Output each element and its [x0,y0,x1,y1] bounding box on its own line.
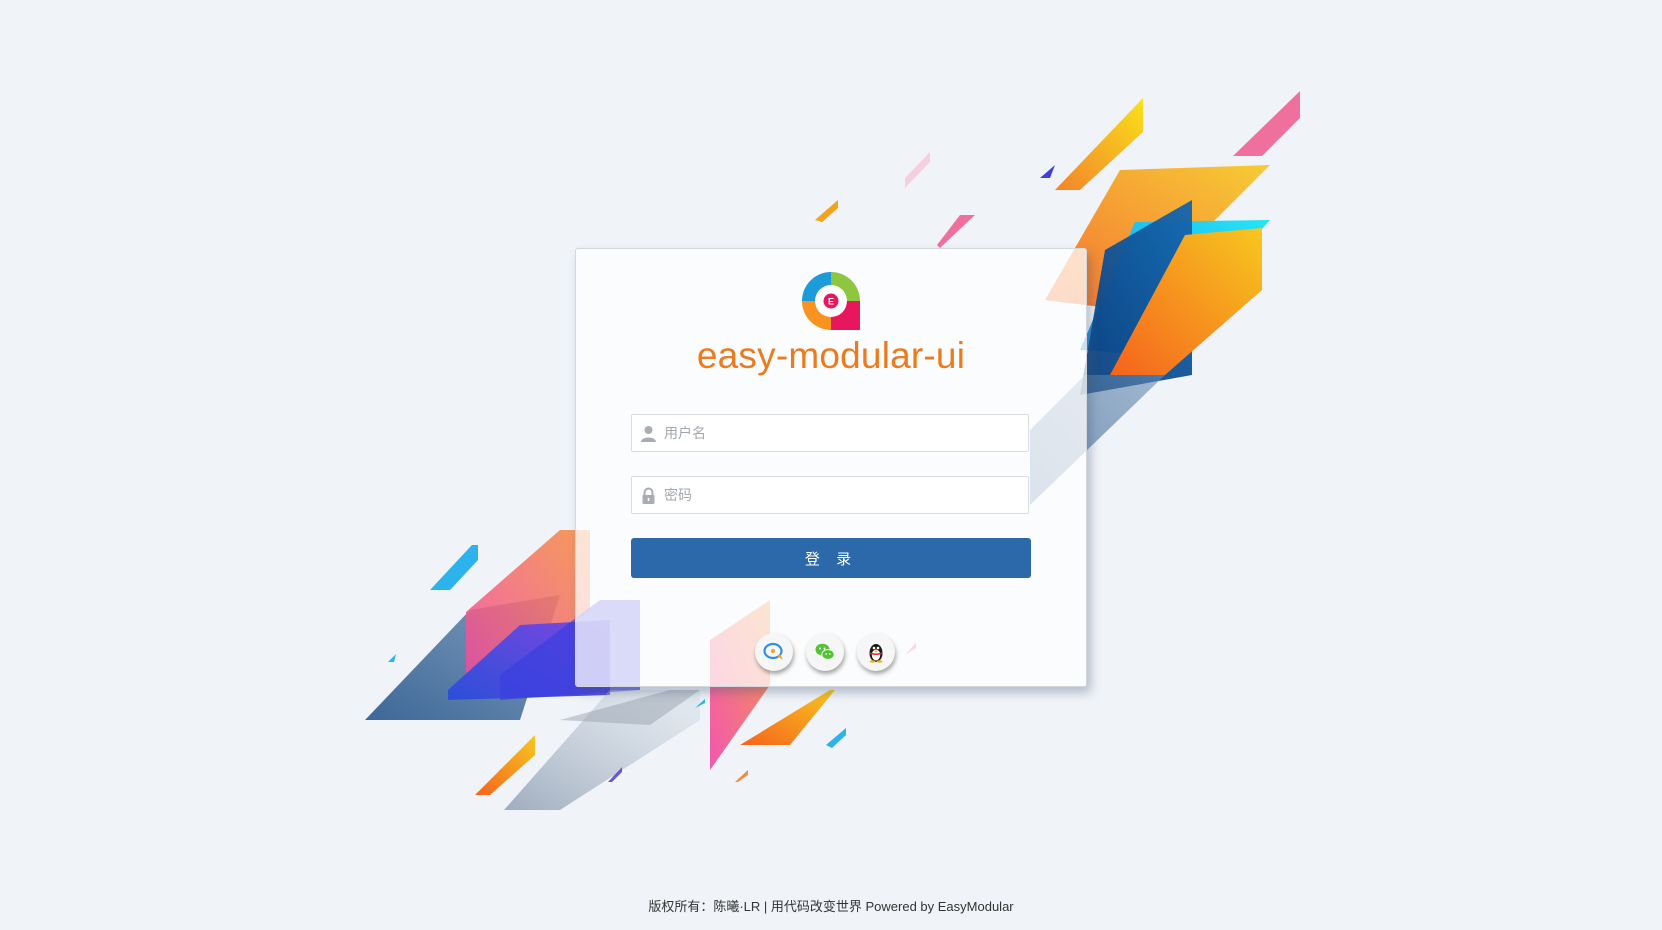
wechat-login-button[interactable] [806,633,844,671]
lock-icon [642,487,655,504]
user-icon [641,426,656,442]
easy-modular-logo-icon: E [802,272,860,330]
login-page: E easy-modular-ui 登 录 [0,0,1662,930]
footer-copyright: 版权所有：陈曦·LR | 用代码改变世界 Powered by EasyModu… [648,899,1014,914]
chat-bubble-icon [763,642,783,660]
qq-login-button[interactable] [857,633,895,671]
qq-penguin-icon [869,644,883,663]
username-field [631,414,1029,452]
username-input[interactable] [664,415,1024,451]
password-input[interactable] [664,477,1024,513]
logo-letter: E [828,297,834,307]
wechat-icon [815,643,835,660]
app-title: easy-modular-ui [696,335,966,376]
password-field [631,476,1029,514]
login-button[interactable]: 登 录 [631,538,1031,578]
login-card: E easy-modular-ui 登 录 [575,248,1087,687]
chat-login-button[interactable] [755,633,793,671]
